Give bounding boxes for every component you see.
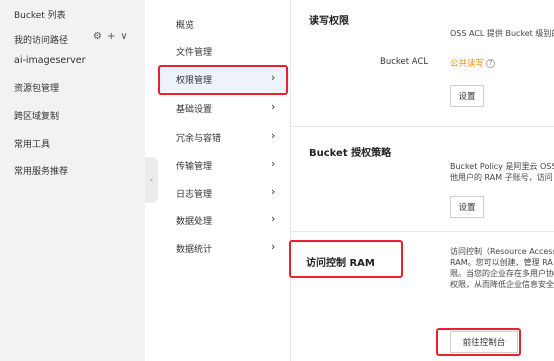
nav-item-label: 传输管理 [176,162,213,172]
nav-item-basic-settings[interactable]: 基础设置 › [158,97,289,121]
nav-item-label: 文件管理 [176,48,213,58]
chevron-right-icon: › [271,240,276,253]
policy-settings-button[interactable]: 设置 [450,196,484,218]
nav-item-label: 概览 [176,21,195,31]
sidebar-item-my-access-path[interactable]: 我的访问路径 [14,33,68,46]
nav-item-data-processing[interactable]: 数据处理 › [158,209,289,233]
nav-item-transfer-management[interactable]: 传输管理 › [158,154,289,178]
plus-icon[interactable]: + [107,31,115,42]
section-title-ram: 访问控制 RAM [306,258,375,269]
section-divider [290,126,554,127]
bucket-acl-value: 公共读写? [450,57,496,69]
nav-item-log-management[interactable]: 日志管理 › [158,182,289,206]
chevron-right-icon: › [271,185,276,198]
acl-settings-button[interactable]: 设置 [450,85,484,107]
bucket-acl-value-text: 公共读写 [450,59,485,69]
chevron-down-icon[interactable]: ∨ [120,31,127,42]
sidebar-item-bucket-list[interactable]: Bucket 列表 [14,8,66,21]
bucket-acl-label: Bucket ACL [380,57,429,67]
section-title-bucket-policy: Bucket 授权策略 [309,148,392,159]
section-title-read-write: 读写权限 [309,16,349,27]
chevron-right-icon: › [271,212,276,225]
ram-description-line: 权限，从而降低企业信息安全 [450,280,554,289]
sidebar-item-resource-packs[interactable]: 资源包管理 [14,81,59,94]
ram-description-line: RAM。您可以创建、管理 RA [450,258,553,267]
highlight-box-permission-nav [158,65,288,95]
nav-item-label: 基础设置 [176,105,213,115]
chevron-right-icon: › [271,157,276,170]
acl-description: OSS ACL 提供 Bucket 级别的 [450,29,554,38]
ram-description-line: 访问控制（Resource Access [450,247,554,256]
ram-description-line: 限。当您的企业存在多用户协 [450,269,554,278]
nav-item-label: 数据处理 [176,217,213,227]
section-divider [290,231,554,232]
nav-item-label: 数据统计 [176,245,213,255]
gear-icon[interactable]: ⚙ [93,31,102,42]
bucket-subnav: 概览 文件管理 权限管理 › 基础设置 › 冗余与容错 › 传输管理 › 日志管… [158,0,289,361]
sidebar: Bucket 列表 我的访问路径 ⚙ + ∨ ai-imageserver 资源… [0,0,145,361]
content-divider [290,0,291,361]
chevron-left-icon: ‹ [149,174,154,186]
nav-item-overview[interactable]: 概览 [158,13,289,37]
chevron-right-icon: › [271,100,276,113]
nav-item-label: 日志管理 [176,190,213,200]
policy-description-line: 他用户的 RAM 子账号，访问 [450,173,553,182]
nav-item-data-statistics[interactable]: 数据统计 › [158,237,289,261]
collapse-sidebar-button[interactable]: ‹ [145,157,158,203]
help-icon[interactable]: ? [486,59,496,68]
sidebar-item-recommended-services[interactable]: 常用服务推荐 [14,164,68,177]
nav-item-file-management[interactable]: 文件管理 [158,40,289,64]
access-path-controls: ⚙ + ∨ [93,31,128,42]
sidebar-item-common-tools[interactable]: 常用工具 [14,137,50,150]
sidebar-item-cross-region-replication[interactable]: 跨区域复制 [14,109,59,122]
sidebar-item-bucket-ai-imageserver[interactable]: ai-imageserver [14,55,86,66]
highlight-box-console-button [436,328,521,356]
nav-item-label: 冗余与容错 [176,134,222,144]
policy-description-line: Bucket Policy 是阿里云 OSS [450,162,554,171]
nav-item-redundancy[interactable]: 冗余与容错 › [158,126,289,150]
chevron-right-icon: › [271,129,276,142]
